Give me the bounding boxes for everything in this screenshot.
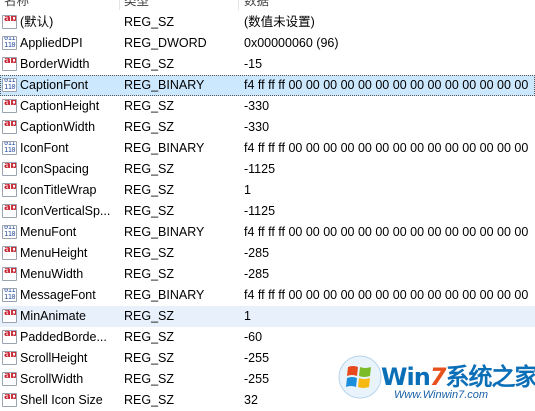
value-name: MenuHeight [20, 246, 88, 260]
value-type: REG_SZ [124, 99, 175, 113]
windows-logo-icon [338, 355, 382, 399]
table-row[interactable]: 011 110 AppliedDPI REG_DWORD 0x00000060 (96) [0, 33, 535, 54]
value-type: REG_SZ [124, 351, 175, 365]
binary-value-icon: 011 110 [2, 36, 17, 50]
binary-value-icon: 011 110 [2, 225, 17, 239]
table-row[interactable]: ab MenuHeight REG_SZ -285 [0, 243, 535, 264]
value-type: REG_SZ [124, 372, 175, 386]
value-data: f4 ff ff ff 00 00 00 00 00 00 00 00 00 0… [244, 288, 529, 302]
ab-string-icon: ab [2, 99, 17, 113]
value-type: REG_SZ [124, 120, 175, 134]
value-name: Shell Icon Size [20, 393, 103, 407]
value-data: 0x00000060 (96) [244, 36, 339, 50]
value-data: f4 ff ff ff 00 00 00 00 00 00 00 00 00 0… [244, 141, 529, 155]
table-row[interactable]: ab CaptionWidth REG_SZ -330 [0, 117, 535, 138]
value-data: -1125 [244, 204, 276, 218]
watermark: Win7系统之家 Www.Winwin7.com [338, 351, 535, 409]
ab-string-icon: ab [2, 309, 17, 323]
value-data: f4 ff ff ff 00 00 00 00 00 00 00 00 00 0… [244, 225, 529, 239]
value-name: PaddedBorde... [20, 330, 107, 344]
value-name: MessageFont [20, 288, 96, 302]
value-type: REG_BINARY [124, 288, 205, 302]
value-type: REG_BINARY [124, 141, 205, 155]
table-row[interactable]: 011 110 IconFont REG_BINARY f4 ff ff ff 00 0… [0, 138, 535, 159]
value-data: -330 [244, 99, 270, 113]
ab-string-icon: ab [2, 183, 17, 197]
value-data: -285 [244, 246, 270, 260]
binary-value-icon: 011 110 [2, 141, 17, 155]
value-name: (默认) [20, 15, 54, 29]
table-row[interactable]: ab IconSpacing REG_SZ -1125 [0, 159, 535, 180]
value-name: BorderWidth [20, 57, 90, 71]
column-header-data[interactable]: 数据 [244, 0, 444, 10]
value-type: REG_SZ [124, 204, 175, 218]
column-header-type[interactable]: 类型 [124, 0, 234, 10]
value-name: CaptionFont [20, 78, 89, 92]
table-row[interactable]: 011 110 CaptionFont REG_BINARY f4 ff ff ff 0… [0, 75, 535, 96]
value-type: REG_BINARY [124, 78, 205, 92]
column-divider[interactable] [238, 0, 239, 10]
value-type: REG_SZ [124, 393, 175, 407]
binary-value-icon: 011 110 [2, 78, 17, 92]
value-data: -330 [244, 120, 270, 134]
table-row[interactable]: ab MinAnimate REG_SZ 1 [0, 306, 535, 327]
value-data: f4 ff ff ff 00 00 00 00 00 00 00 00 00 0… [244, 78, 529, 92]
value-data: -285 [244, 267, 270, 281]
ab-string-icon: ab [2, 372, 17, 386]
value-name: MinAnimate [20, 309, 86, 323]
column-header: 名称 类型 数据 [0, 0, 535, 10]
value-name: IconTitleWrap [20, 183, 97, 197]
value-data: 1 [244, 183, 251, 197]
value-name: CaptionWidth [20, 120, 96, 134]
value-type: REG_SZ [124, 57, 175, 71]
value-data: -60 [244, 330, 263, 344]
value-data: -1125 [244, 162, 276, 176]
value-type: REG_SZ [124, 162, 175, 176]
ab-string-icon: ab [2, 351, 17, 365]
value-type: REG_BINARY [124, 225, 205, 239]
value-data: 1 [244, 309, 251, 323]
value-name: IconFont [20, 141, 69, 155]
table-row[interactable]: ab IconVerticalSp... REG_SZ -1125 [0, 201, 535, 222]
table-row[interactable]: 011 110 MenuFont REG_BINARY f4 ff ff ff 00 0… [0, 222, 535, 243]
value-name: AppliedDPI [20, 36, 83, 50]
binary-value-icon: 011 110 [2, 288, 17, 302]
value-data: -15 [244, 57, 263, 71]
table-row[interactable]: ab BorderWidth REG_SZ -15 [0, 54, 535, 75]
value-type: REG_SZ [124, 15, 175, 29]
value-name: MenuWidth [20, 267, 84, 281]
column-divider[interactable] [119, 0, 120, 10]
table-row[interactable]: ab MenuWidth REG_SZ -285 [0, 264, 535, 285]
ab-string-icon: ab [2, 204, 17, 218]
value-type: REG_DWORD [124, 36, 207, 50]
value-name: IconVerticalSp... [20, 204, 111, 218]
value-name: IconSpacing [20, 162, 89, 176]
ab-string-icon: ab [2, 15, 17, 29]
table-row[interactable]: ab PaddedBorde... REG_SZ -60 [0, 327, 535, 348]
table-row[interactable]: ab IconTitleWrap REG_SZ 1 [0, 180, 535, 201]
table-row[interactable]: ab CaptionHeight REG_SZ -330 [0, 96, 535, 117]
watermark-url: Www.Winwin7.com [394, 389, 489, 401]
column-header-name[interactable]: 名称 [4, 0, 114, 10]
ab-string-icon: ab [2, 246, 17, 260]
ab-string-icon: ab [2, 120, 17, 134]
ab-string-icon: ab [2, 162, 17, 176]
table-row[interactable]: ab (默认) REG_SZ (数值未设置) [0, 12, 535, 33]
value-type: REG_SZ [124, 246, 175, 260]
ab-string-icon: ab [2, 393, 17, 407]
watermark-title: Win7系统之家 [381, 363, 535, 391]
value-type: REG_SZ [124, 309, 175, 323]
ab-string-icon: ab [2, 330, 17, 344]
value-type: REG_SZ [124, 330, 175, 344]
value-type: REG_SZ [124, 267, 175, 281]
ab-string-icon: ab [2, 57, 17, 71]
ab-string-icon: ab [2, 267, 17, 281]
value-type: REG_SZ [124, 183, 175, 197]
table-row[interactable]: 011 110 MessageFont REG_BINARY f4 ff ff ff 0… [0, 285, 535, 306]
value-data: (数值未设置) [244, 15, 315, 29]
value-name: ScrollHeight [20, 351, 88, 365]
value-name: MenuFont [20, 225, 77, 239]
value-name: ScrollWidth [20, 372, 84, 386]
value-name: CaptionHeight [20, 99, 100, 113]
